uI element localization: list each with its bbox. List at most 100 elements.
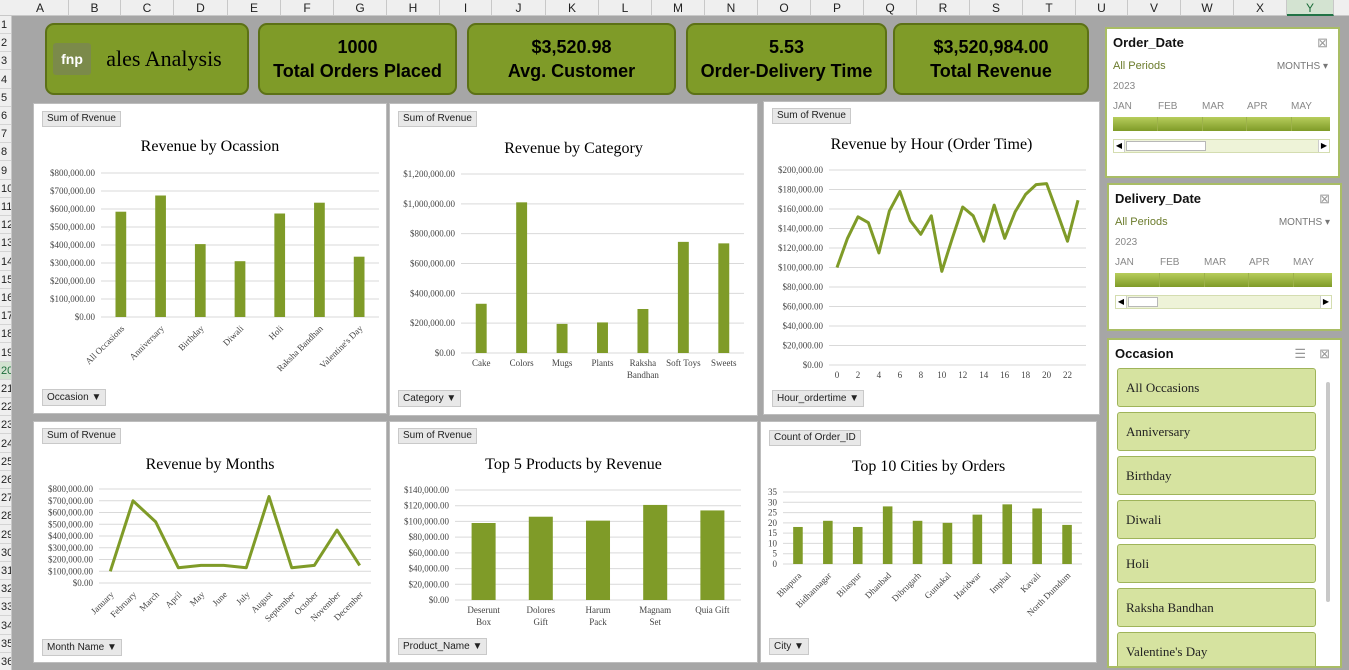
row-header[interactable]: 16 — [0, 289, 11, 307]
row-header[interactable]: 24 — [0, 435, 11, 453]
chart-revenue-by-occasion[interactable]: Sum of Rvenue Revenue by Ocassion $0.00 $… — [33, 103, 387, 414]
slicer-scrollbar[interactable] — [1326, 382, 1330, 602]
slicer-item-diwali[interactable]: Diwali — [1117, 500, 1316, 539]
row-header[interactable]: 5 — [0, 89, 11, 107]
column-header[interactable]: C — [121, 0, 174, 16]
timeline-bar[interactable] — [1115, 273, 1332, 287]
filter-button-hour[interactable]: Hour_ordertime ▼ — [772, 390, 865, 407]
row-header[interactable]: 34 — [0, 617, 11, 635]
timeline-bar[interactable] — [1113, 117, 1330, 131]
column-header[interactable]: V — [1128, 0, 1181, 16]
row-header[interactable]: 33 — [0, 598, 11, 617]
slicer-occasion[interactable]: Occasion ☰ ⊠ All Occasions Anniversary B… — [1107, 338, 1342, 668]
row-header[interactable]: 27 — [0, 489, 11, 508]
column-header[interactable]: M — [652, 0, 705, 16]
scroll-thumb[interactable] — [1126, 141, 1206, 151]
column-header[interactable]: U — [1076, 0, 1128, 16]
timeline-scrollbar[interactable]: ◀ ▶ — [1113, 139, 1330, 153]
row-header[interactable]: 7 — [0, 125, 11, 144]
column-header[interactable]: E — [228, 0, 281, 16]
row-header[interactable]: 19 — [0, 344, 11, 362]
row-header[interactable]: 13 — [0, 234, 11, 253]
row-header[interactable]: 35 — [0, 635, 11, 653]
chart-revenue-by-hour[interactable]: Sum of Rvenue Revenue by Hour (Order Tim… — [763, 101, 1100, 415]
scroll-right-icon[interactable]: ▶ — [1320, 296, 1331, 308]
timeline-scrollbar[interactable]: ◀ ▶ — [1115, 295, 1332, 309]
slicer-item-all-occasions[interactable]: All Occasions — [1117, 368, 1316, 407]
slicer-item-raksha-bandhan[interactable]: Raksha Bandhan — [1117, 588, 1316, 627]
timeline-delivery-date[interactable]: Delivery_Date ⊠ All Periods MONTHS ▾ 202… — [1107, 183, 1342, 331]
row-header[interactable]: 17 — [0, 307, 11, 326]
column-header[interactable]: H — [387, 0, 440, 16]
column-header[interactable]: L — [599, 0, 652, 16]
row-header[interactable]: 15 — [0, 271, 11, 289]
column-header[interactable]: T — [1023, 0, 1076, 16]
row-header[interactable]: 14 — [0, 253, 11, 271]
filter-button-month[interactable]: Month Name ▼ — [42, 639, 122, 656]
period-unit-dropdown[interactable]: MONTHS ▾ — [1279, 217, 1330, 228]
filter-button-city[interactable]: City ▼ — [769, 638, 809, 655]
row-header[interactable]: 29 — [0, 526, 11, 544]
column-header[interactable]: I — [440, 0, 492, 16]
column-header[interactable]: D — [174, 0, 228, 16]
timeline-order-date[interactable]: Order_Date ⊠ All Periods MONTHS ▾ 2023 J… — [1105, 27, 1340, 178]
column-header[interactable]: R — [917, 0, 970, 16]
slicer-item-valentines-day[interactable]: Valentine's Day — [1117, 632, 1316, 666]
filter-button-occasion[interactable]: Occasion ▼ — [42, 389, 107, 406]
row-header[interactable]: 6 — [0, 107, 11, 125]
chart-top-cities[interactable]: Count of Order_ID Top 10 Cities by Order… — [760, 421, 1097, 663]
slicer-item-anniversary[interactable]: Anniversary — [1117, 412, 1316, 451]
filter-button-category[interactable]: Category ▼ — [398, 390, 462, 407]
chart-revenue-by-category[interactable]: Sum of Rvenue Revenue by Category $0.00 $… — [389, 103, 758, 416]
chart-revenue-by-months[interactable]: Sum of Rvenue Revenue by Months $0.00 $10… — [33, 421, 387, 663]
row-header[interactable]: 4 — [0, 71, 11, 89]
row-header[interactable]: 36 — [0, 653, 11, 670]
column-header[interactable]: J — [492, 0, 546, 16]
multi-select-icon[interactable]: ☰ — [1294, 346, 1306, 362]
clear-filter-icon[interactable]: ⊠ — [1319, 191, 1330, 207]
row-header[interactable]: 10 — [0, 180, 11, 198]
row-header[interactable]: 21 — [0, 380, 11, 398]
row-header[interactable]: 23 — [0, 416, 11, 435]
row-header[interactable]: 30 — [0, 544, 11, 562]
row-header[interactable]: 32 — [0, 580, 11, 599]
column-header[interactable]: N — [705, 0, 758, 16]
row-header[interactable]: 25 — [0, 453, 11, 471]
scroll-thumb[interactable] — [1128, 297, 1158, 307]
column-header[interactable]: G — [334, 0, 387, 16]
row-header[interactable]: 12 — [0, 216, 11, 235]
row-header[interactable]: 18 — [0, 325, 11, 344]
slicer-item-holi[interactable]: Holi — [1117, 544, 1316, 583]
row-header[interactable]: 8 — [0, 143, 11, 162]
filter-button-product[interactable]: Product_Name ▼ — [398, 638, 488, 655]
chart-top-products[interactable]: Sum of Rvenue Top 5 Products by Revenue … — [389, 421, 758, 663]
row-header[interactable]: 2 — [0, 34, 11, 53]
scroll-left-icon[interactable]: ◀ — [1116, 296, 1127, 308]
column-header[interactable]: A — [12, 0, 69, 16]
column-header[interactable]: W — [1181, 0, 1234, 16]
clear-filter-icon[interactable]: ⊠ — [1319, 346, 1330, 362]
scroll-right-icon[interactable]: ▶ — [1318, 140, 1329, 152]
row-header[interactable]: 3 — [0, 52, 11, 71]
scroll-left-icon[interactable]: ◀ — [1114, 140, 1125, 152]
column-header[interactable]: K — [546, 0, 599, 16]
column-header[interactable]: B — [69, 0, 121, 16]
row-header[interactable]: 31 — [0, 562, 11, 580]
column-header[interactable]: S — [970, 0, 1023, 16]
column-header[interactable]: Y — [1287, 0, 1334, 16]
row-header[interactable]: 20 — [0, 361, 11, 380]
column-header[interactable]: X — [1234, 0, 1287, 16]
row-header[interactable]: 26 — [0, 471, 11, 489]
column-header[interactable]: P — [811, 0, 864, 16]
row-header[interactable]: 28 — [0, 507, 11, 526]
row-header[interactable]: 1 — [0, 16, 11, 34]
column-header[interactable]: O — [758, 0, 811, 16]
row-header[interactable]: 11 — [0, 198, 11, 216]
clear-filter-icon[interactable]: ⊠ — [1317, 35, 1328, 51]
period-unit-dropdown[interactable]: MONTHS ▾ — [1277, 61, 1328, 72]
column-header[interactable]: Q — [864, 0, 917, 16]
column-header[interactable]: F — [281, 0, 334, 16]
slicer-item-birthday[interactable]: Birthday — [1117, 456, 1316, 495]
row-header[interactable]: 22 — [0, 398, 11, 417]
row-header[interactable]: 9 — [0, 162, 11, 180]
